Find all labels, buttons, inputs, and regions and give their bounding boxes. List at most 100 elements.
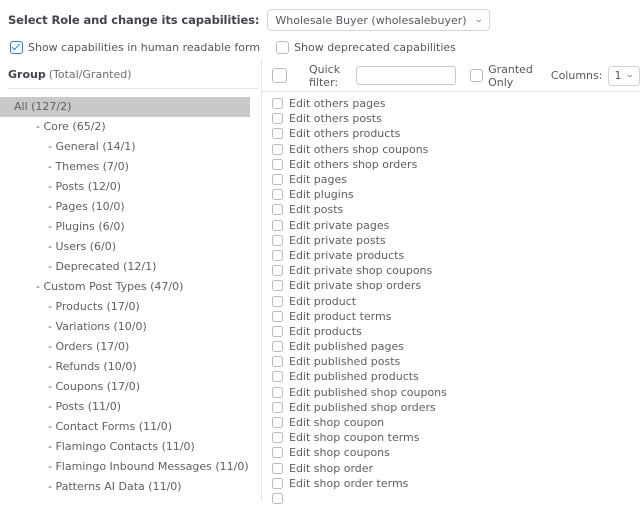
group-header-divider: [8, 88, 258, 89]
group-item[interactable]: - Pages (10/0): [8, 197, 261, 217]
capability-checkbox[interactable]: [272, 478, 283, 489]
granted-only-option[interactable]: Granted Only: [470, 63, 533, 89]
deprecated-option[interactable]: Show deprecated capabilities: [276, 41, 456, 54]
capability-row[interactable]: Edit private posts: [272, 233, 640, 248]
capability-row[interactable]: Edit shop coupons: [272, 445, 640, 460]
capability-label: Edit private shop coupons: [289, 265, 432, 276]
capability-row[interactable]: Edit pages: [272, 172, 640, 187]
capability-row[interactable]: Edit published pages: [272, 339, 640, 354]
capability-row[interactable]: Edit published posts: [272, 354, 640, 369]
group-item[interactable]: - Coupons (17/0): [8, 377, 261, 397]
capability-checkbox[interactable]: [272, 447, 283, 458]
capability-row[interactable]: Edit product terms: [272, 309, 640, 324]
quick-filter-label: Quick filter:: [309, 63, 350, 89]
capability-checkbox[interactable]: [272, 371, 283, 382]
group-item[interactable]: - Themes (7/0): [8, 157, 261, 177]
capability-row[interactable]: Edit others posts: [272, 111, 640, 126]
group-item[interactable]: - Flamingo Contacts (11/0): [8, 437, 261, 457]
capability-label: Edit shop order: [289, 463, 373, 474]
group-item[interactable]: - Posts (11/0): [8, 397, 261, 417]
capability-row[interactable]: Edit private products: [272, 248, 640, 263]
capability-label: Edit shop coupon terms: [289, 432, 420, 443]
capability-checkbox[interactable]: [272, 463, 283, 474]
capability-checkbox[interactable]: [272, 341, 283, 352]
capability-row[interactable]: Edit product: [272, 293, 640, 308]
capability-checkbox[interactable]: [272, 98, 283, 109]
capability-label: Edit published posts: [289, 356, 400, 367]
group-item[interactable]: - Refunds (10/0): [8, 357, 261, 377]
capability-checkbox[interactable]: [272, 356, 283, 367]
group-item[interactable]: - Contact Forms (11/0): [8, 417, 261, 437]
human-readable-option[interactable]: Show capabilities in human readable form: [10, 41, 260, 54]
capability-row[interactable]: Edit others shop coupons: [272, 142, 640, 157]
capability-checkbox[interactable]: [272, 174, 283, 185]
capability-label: Edit product: [289, 296, 356, 307]
capability-checkbox[interactable]: [272, 326, 283, 337]
capability-checkbox[interactable]: [272, 280, 283, 291]
group-item[interactable]: - Posts (12/0): [8, 177, 261, 197]
capability-row[interactable]: Edit private pages: [272, 218, 640, 233]
group-item[interactable]: - Products (17/0): [8, 297, 261, 317]
role-select[interactable]: Wholesale Buyer (wholesalebuyer) ⌄: [267, 9, 490, 31]
group-item[interactable]: - Variations (10/0): [8, 317, 261, 337]
capability-checkbox[interactable]: [272, 189, 283, 200]
chevron-down-icon: ⌄: [474, 16, 483, 25]
group-item[interactable]: - Users (6/0): [8, 237, 261, 257]
capability-checkbox[interactable]: [272, 417, 283, 428]
page-title: Select Role and change its capabilities:: [8, 13, 259, 27]
capability-row[interactable]: Edit private shop orders: [272, 278, 640, 293]
group-item[interactable]: - Orders (17/0): [8, 337, 261, 357]
capability-row[interactable]: Edit published shop orders: [272, 400, 640, 415]
capability-row[interactable]: Edit others shop orders: [272, 157, 640, 172]
capability-row[interactable]: Edit shop coupon terms: [272, 430, 640, 445]
capability-checkbox[interactable]: [272, 128, 283, 139]
capability-checkbox[interactable]: [272, 265, 283, 276]
capability-checkbox[interactable]: [272, 159, 283, 170]
capability-row[interactable]: Edit plugins: [272, 187, 640, 202]
capability-checkbox[interactable]: [272, 402, 283, 413]
capability-checkbox[interactable]: [272, 311, 283, 322]
capability-checkbox[interactable]: [272, 493, 283, 504]
capability-checkbox[interactable]: [272, 144, 283, 155]
group-item[interactable]: - Plugins (6/0): [8, 217, 261, 237]
deprecated-checkbox[interactable]: [276, 41, 289, 54]
group-pane-header: Group (Total/Granted): [8, 60, 261, 88]
group-header-subtitle: (Total/Granted): [49, 68, 132, 81]
capability-checkbox[interactable]: [272, 204, 283, 215]
capability-row[interactable]: Edit products: [272, 324, 640, 339]
capability-checkbox[interactable]: [272, 113, 283, 124]
capability-checkbox[interactable]: [272, 235, 283, 246]
group-item[interactable]: - General (14/1): [8, 137, 261, 157]
capability-row[interactable]: Edit shop order terms: [272, 476, 640, 491]
columns-select-value: 1: [614, 69, 621, 82]
capability-row[interactable]: Edit published products: [272, 369, 640, 384]
capability-label: Edit others posts: [289, 113, 382, 124]
group-item[interactable]: - Patterns AI Data (11/0): [8, 477, 261, 497]
capability-checkbox[interactable]: [272, 220, 283, 231]
capability-row[interactable]: Edit others products: [272, 126, 640, 141]
columns-select[interactable]: 1 ⌄: [608, 66, 640, 86]
group-item[interactable]: - Core (65/2): [8, 117, 261, 137]
group-item-selected[interactable]: All (127/2): [0, 97, 250, 117]
capability-row[interactable]: Edit shop order: [272, 461, 640, 476]
human-readable-checkbox[interactable]: [10, 41, 23, 54]
capability-row[interactable]: Edit shop coupon: [272, 415, 640, 430]
capability-checkbox[interactable]: [272, 387, 283, 398]
capability-row[interactable]: Edit private shop coupons: [272, 263, 640, 278]
capability-row[interactable]: Edit others pages: [272, 96, 640, 111]
capability-label: Edit shop coupons: [289, 447, 390, 458]
capability-row[interactable]: Edit published shop coupons: [272, 385, 640, 400]
group-item[interactable]: - Deprecated (12/1): [8, 257, 261, 277]
capability-label: Edit others shop coupons: [289, 144, 428, 155]
capability-label: Edit plugins: [289, 189, 354, 200]
quick-filter-input[interactable]: [356, 66, 456, 85]
capability-label: Edit published pages: [289, 341, 404, 352]
capability-checkbox[interactable]: [272, 296, 283, 307]
group-item[interactable]: - Custom Post Types (47/0): [8, 277, 261, 297]
granted-only-checkbox[interactable]: [470, 69, 483, 82]
capability-row[interactable]: Edit posts: [272, 202, 640, 217]
capability-checkbox[interactable]: [272, 432, 283, 443]
capability-checkbox[interactable]: [272, 250, 283, 261]
group-item[interactable]: - Flamingo Inbound Messages (11/0): [8, 457, 261, 477]
select-all-checkbox[interactable]: [272, 68, 287, 83]
